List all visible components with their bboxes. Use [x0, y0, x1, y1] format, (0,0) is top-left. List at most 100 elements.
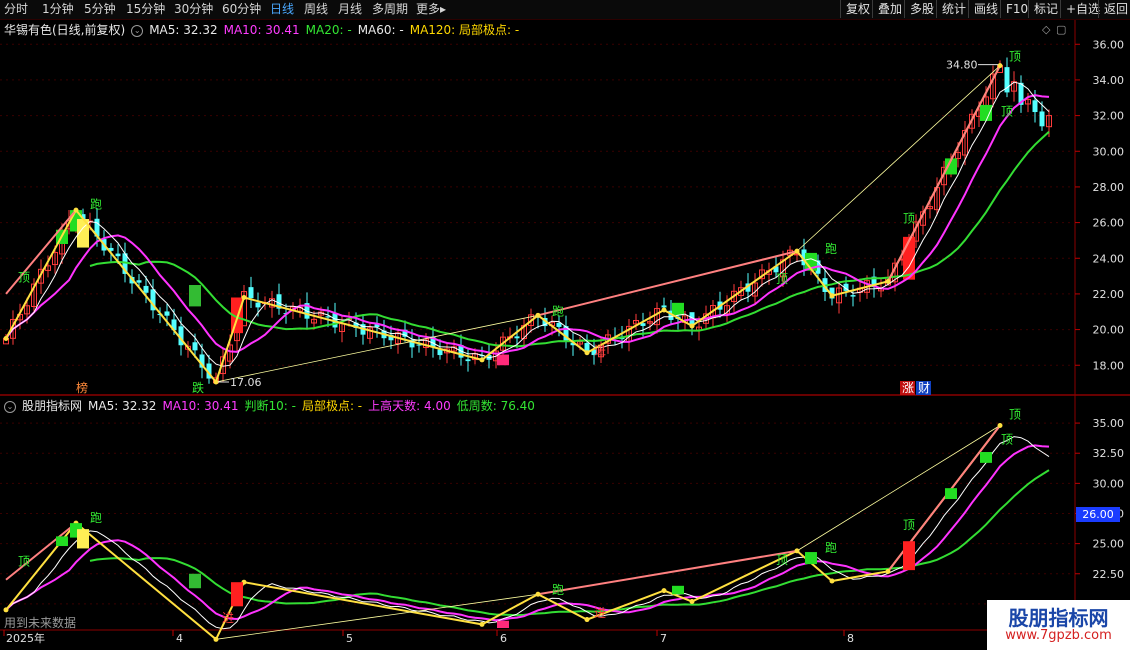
lower-signal-block — [945, 488, 957, 500]
candle-body — [661, 305, 667, 308]
lower-signal-block — [231, 582, 243, 607]
lower-signal-block — [903, 541, 915, 571]
lower-run-signal: 跑 — [552, 583, 564, 597]
lower-top-signal: 顶 — [1009, 407, 1021, 421]
lower-top-signal: 顶 — [18, 554, 30, 568]
lower-signal-block — [497, 620, 509, 628]
pivot-dot — [997, 63, 1003, 69]
y-tick-label: 26.00 — [1093, 217, 1125, 230]
run-signal: 跑 — [825, 242, 837, 256]
candle-body — [465, 359, 471, 362]
cursor-price-label: 26.00 — [1082, 508, 1114, 521]
lower-trend-line — [215, 425, 1001, 640]
candle-body — [136, 280, 142, 283]
top-signal: 顶 — [1009, 49, 1021, 63]
pivot-dot — [829, 293, 835, 299]
run-signal: 跑 — [90, 197, 102, 211]
rising-segment — [5, 65, 1001, 317]
diamond-icon: ◇ — [1042, 23, 1051, 36]
pivot-dot — [213, 379, 219, 385]
y-tick-label: 22.00 — [1093, 288, 1125, 301]
pivot-dot — [794, 248, 800, 254]
signal-block — [980, 104, 992, 121]
y-tick-label: 18.00 — [1093, 359, 1125, 372]
lower-signal-block — [77, 529, 89, 549]
candle-body — [255, 302, 261, 308]
future-data-note: 用到未来数据 — [4, 616, 77, 630]
candle-body — [850, 295, 856, 297]
y-tick-label: 32.00 — [1093, 110, 1125, 123]
watermark-url: www.7gpzb.com — [1005, 628, 1112, 643]
lower-pivot-dot — [689, 598, 695, 604]
candle-body — [584, 343, 590, 352]
lower-enter-signal: 进 — [594, 606, 606, 620]
lower-pivot-dot — [829, 578, 835, 584]
y-tick-label: 36.00 — [1093, 38, 1125, 51]
low-price-label: 17.06 — [230, 376, 262, 389]
pivot-dot — [661, 307, 667, 313]
pivot-dot — [479, 357, 485, 363]
lower-pivot-dot — [479, 621, 485, 627]
signal-block — [189, 285, 201, 307]
watermark-title: 股朋指标网 — [1008, 606, 1109, 630]
lower-pivot-dot — [584, 617, 590, 623]
date-label: 5 — [346, 632, 353, 645]
lower-signal-block — [980, 452, 992, 463]
pivot-dot — [584, 350, 590, 356]
lower-pivot-dot — [661, 588, 667, 594]
y-tick-label: 25.00 — [1093, 538, 1125, 551]
candle-body — [1039, 111, 1045, 127]
y-tick-label: 20.00 — [1093, 324, 1125, 337]
candle-body — [192, 342, 198, 351]
candle-body — [164, 311, 170, 316]
y-tick-label: 30.00 — [1093, 145, 1125, 158]
lower-pivot-dot — [885, 568, 891, 574]
square-icon: ▢ — [1056, 23, 1066, 36]
lower-pivot-dot — [794, 548, 800, 554]
date-label: 8 — [847, 632, 854, 645]
candle-body — [437, 349, 443, 356]
date-label: 7 — [660, 632, 667, 645]
enter-signal: 进 — [594, 344, 606, 358]
kline-chart[interactable]: 36.00 34.00 32.00 30.00 28.00 26.00 24.00 22.00… — [0, 0, 1130, 650]
pivot-dot — [535, 312, 541, 318]
lower-signal-block — [805, 552, 817, 565]
y-tick-label: 24.00 — [1093, 252, 1125, 265]
signal-block — [672, 302, 684, 316]
pivot-dot — [73, 207, 79, 213]
date-label: 6 — [500, 632, 507, 645]
y-tick-label: 35.00 — [1093, 417, 1125, 430]
lower-top-signal: 顶 — [1001, 433, 1013, 447]
pivot-dot — [689, 323, 695, 329]
y-tick-label: 22.50 — [1093, 568, 1125, 581]
pivot-dot — [3, 336, 9, 342]
lower-run-signal: 跑 — [90, 511, 102, 525]
high-price-label: 34.80 — [946, 59, 978, 72]
lower-pivot-dot — [535, 591, 541, 597]
candle-body — [248, 287, 254, 299]
lower-run-signal: 跑 — [825, 541, 837, 555]
lower-pivot-dot — [997, 422, 1003, 428]
pivot-dot — [241, 294, 247, 300]
lower-pivot-dot — [3, 607, 9, 613]
y-tick-label: 34.00 — [1093, 74, 1125, 87]
lower-signal-block — [672, 585, 684, 595]
pivot-dot — [885, 278, 891, 284]
y-tick-label: 32.50 — [1093, 447, 1125, 460]
y-tick-label: 28.00 — [1093, 181, 1125, 194]
marker-cai: 财 — [918, 381, 930, 395]
candle-body — [514, 336, 520, 339]
candle-body — [115, 253, 121, 257]
marker-zhang: 涨 — [902, 380, 914, 395]
lower-top-signal: 顶 — [903, 518, 915, 532]
watermark: 股朋指标网 www.7gpzb.com — [987, 600, 1130, 650]
lower-pivot-dot — [213, 636, 219, 642]
top-signal: 顶 — [903, 212, 915, 226]
marker-bang: 榜 — [76, 380, 88, 395]
lower-enter-signal: 进 — [222, 611, 234, 625]
top-signal: 顶 — [776, 272, 788, 286]
candle-body — [143, 285, 149, 293]
signal-block — [497, 354, 509, 366]
run-signal: 跑 — [552, 304, 564, 318]
date-label: 2025年 — [6, 631, 45, 645]
